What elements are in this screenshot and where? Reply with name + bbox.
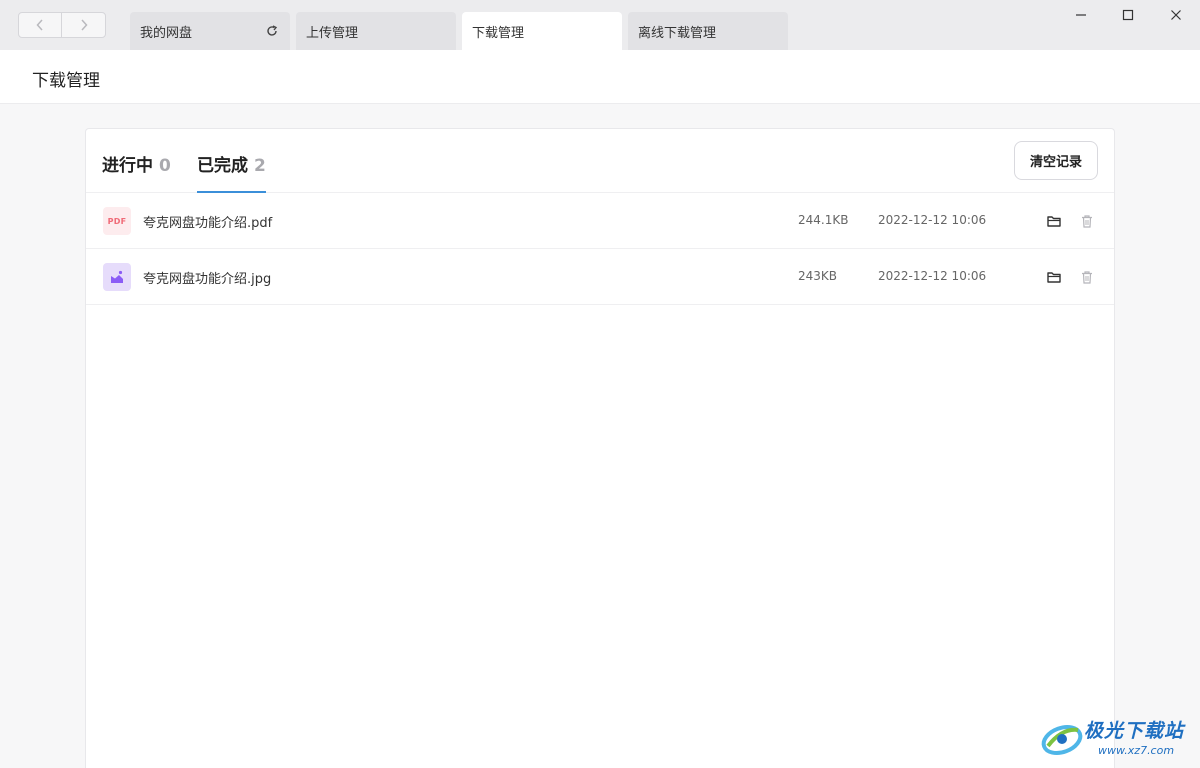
tab-my-drive[interactable]: 我的网盘 [130,12,290,50]
history-nav [18,12,106,38]
refresh-icon[interactable] [266,25,278,37]
folder-icon[interactable] [1046,213,1062,229]
list-item[interactable]: 夸克网盘功能介绍.jpg 243KB 2022-12-12 10:06 [86,249,1114,305]
tab-label: 已完成 [197,156,248,176]
list-item[interactable]: PDF 夸克网盘功能介绍.pdf 244.1KB 2022-12-12 10:0… [86,193,1114,249]
tab-label: 离线下载管理 [638,25,717,41]
folder-icon[interactable] [1046,269,1062,285]
back-button[interactable] [19,13,63,37]
page-header: 下载管理 [0,50,1200,104]
clear-records-button[interactable]: 清空记录 [1014,141,1098,180]
close-icon [1171,10,1181,20]
tab-download-manager[interactable]: 下载管理 [462,12,622,50]
title-bar: 我的网盘 上传管理 下载管理 离线下载管理 [0,0,1200,50]
tab-label: 进行中 [102,156,153,176]
forward-button[interactable] [62,13,105,37]
tab-upload-manager[interactable]: 上传管理 [296,12,456,50]
file-size: 243KB [798,269,838,283]
panel-header: 进行中 0 已完成 2 清空记录 [86,129,1114,193]
image-glyph-icon [111,270,123,283]
watermark-title: 极光下载站 [1084,720,1185,742]
trash-icon[interactable] [1079,269,1095,285]
watermark: 极光下载站 www.xz7.com [1040,714,1194,764]
minimize-icon [1076,14,1086,16]
file-name: 夸克网盘功能介绍.jpg [143,272,272,287]
tab-label: 下载管理 [472,25,525,41]
tab-count: 2 [254,156,266,176]
pdf-icon-label: PDF [107,216,127,226]
tab-label: 我的网盘 [140,25,193,41]
chevron-right-icon [80,19,88,31]
tab-label: 上传管理 [306,25,359,41]
file-time: 2022-12-12 10:06 [878,269,987,283]
file-time: 2022-12-12 10:06 [878,213,987,227]
tab-completed[interactable]: 已完成 2 [197,151,266,193]
minimize-button[interactable] [1069,4,1093,26]
tab-offline-download-manager[interactable]: 离线下载管理 [628,12,788,50]
pdf-file-icon: PDF [103,207,131,235]
close-button[interactable] [1164,4,1188,26]
page-title: 下载管理 [32,71,100,91]
download-panel: 进行中 0 已完成 2 清空记录 PDF 夸克网盘功能介绍.pdf 244.1KB … [85,128,1115,768]
file-size: 244.1KB [798,213,849,227]
chevron-left-icon [36,19,43,31]
image-file-icon [103,263,131,291]
trash-icon[interactable] [1079,213,1095,229]
tab-in-progress[interactable]: 进行中 0 [102,151,171,193]
watermark-url: www.xz7.com [1098,744,1175,757]
maximize-button[interactable] [1116,4,1140,26]
file-name: 夸克网盘功能介绍.pdf [143,216,273,231]
watermark-logo-icon [1041,724,1083,756]
maximize-icon [1122,9,1134,21]
tab-count: 0 [159,156,171,176]
